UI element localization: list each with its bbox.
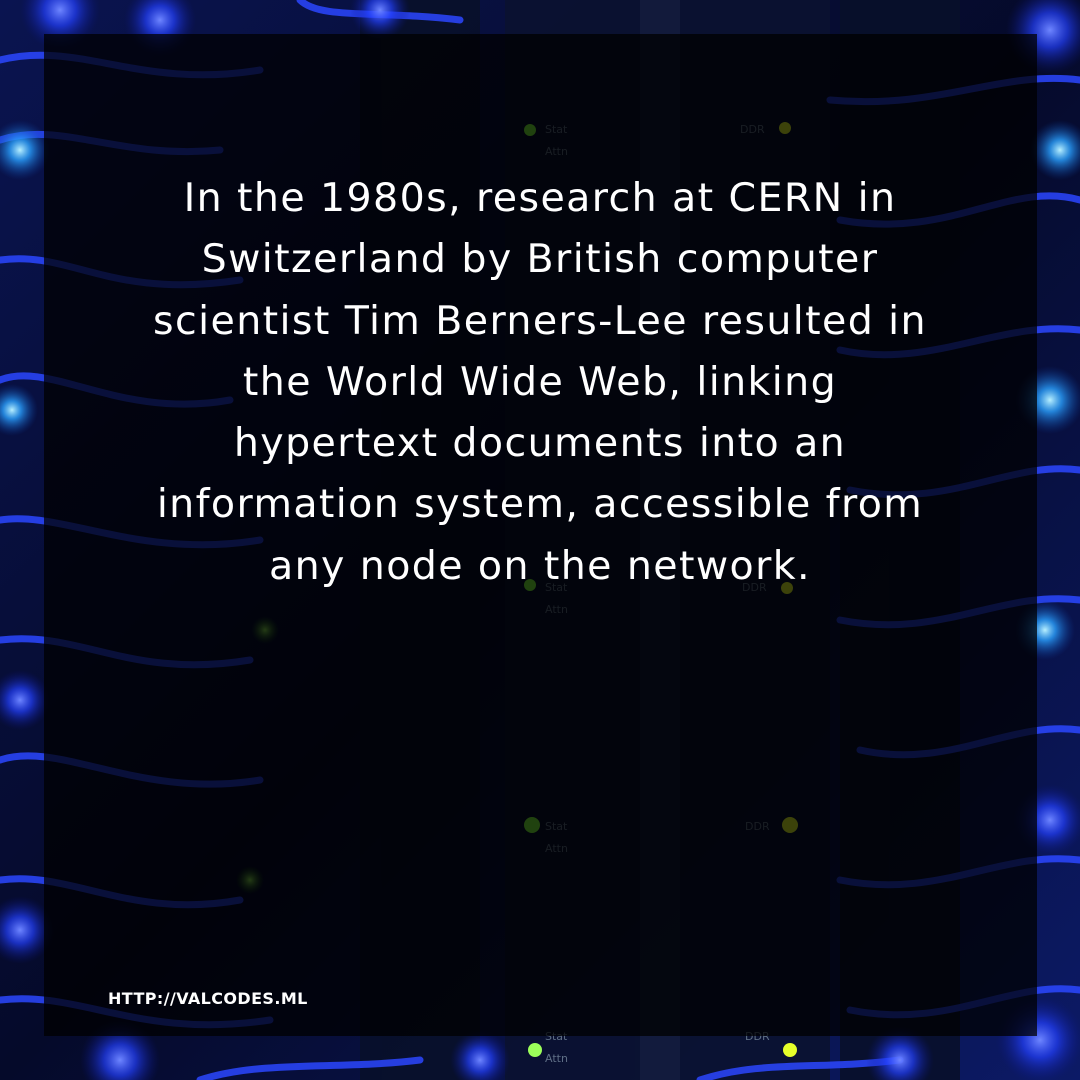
quote-text: In the 1980s, research at CERN in Switze… [153,175,927,589]
svg-text:Attn: Attn [545,1052,568,1065]
post-canvas: Stat Attn DDR Stat Attn DDR Stat Attn DD… [0,0,1080,1080]
website-link[interactable]: HTTP://VALCODES.ML [108,989,308,1008]
